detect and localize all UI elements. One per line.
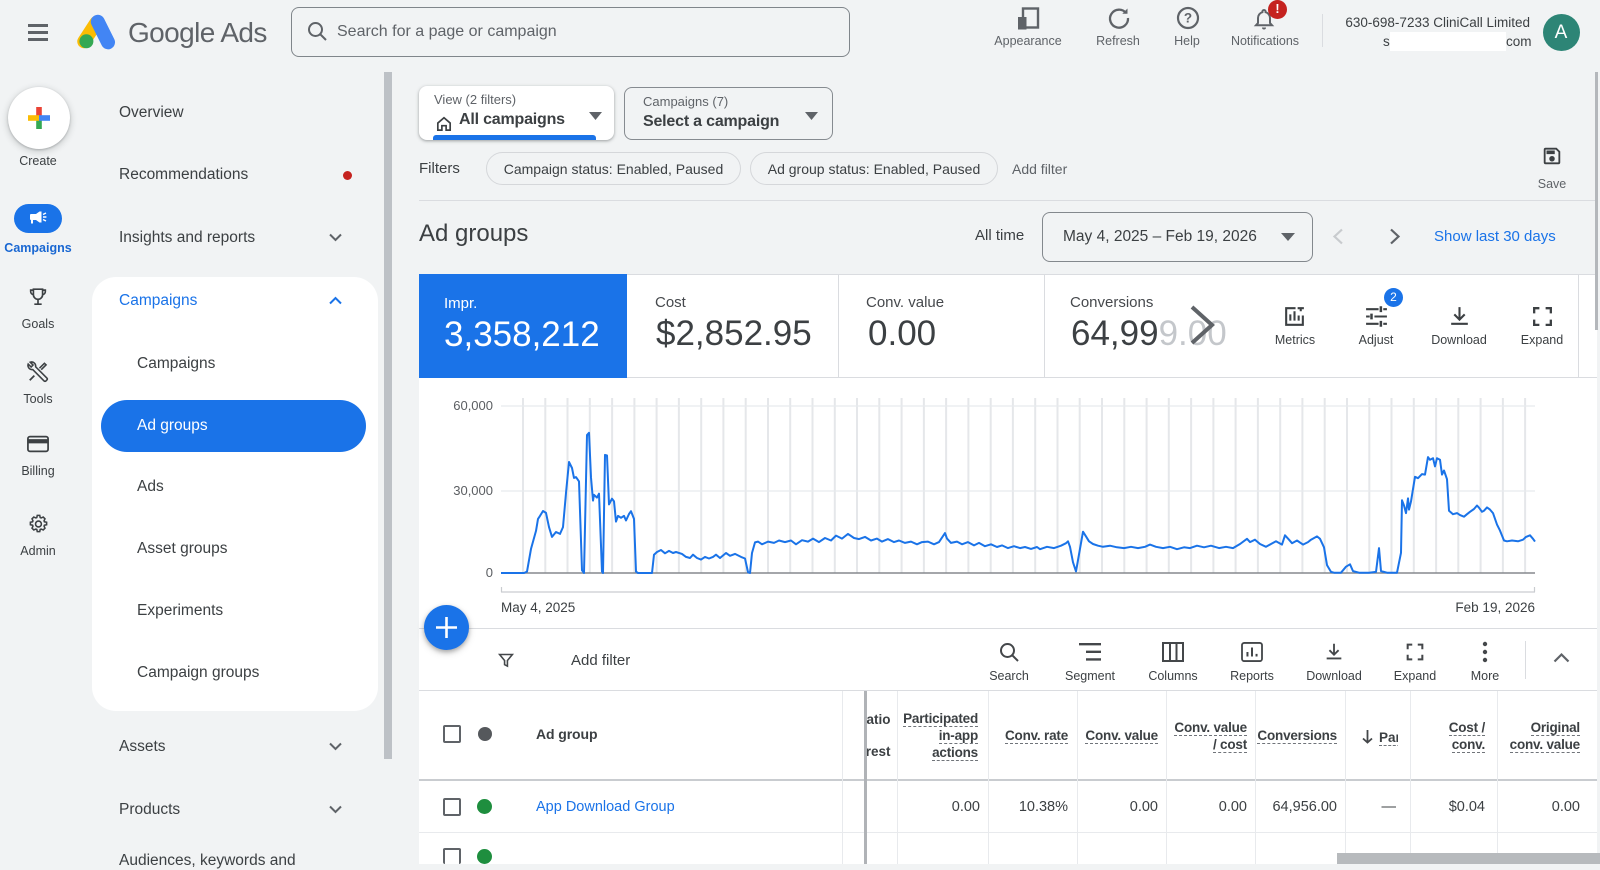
svg-text:30,000: 30,000 [453,483,493,498]
svg-text:May 4, 2025: May 4, 2025 [501,600,575,615]
svg-text:?: ? [1184,11,1192,26]
svg-text:60,000: 60,000 [453,398,493,413]
svg-text:0: 0 [486,565,493,580]
svg-text:Feb 19, 2026: Feb 19, 2026 [1455,600,1535,615]
